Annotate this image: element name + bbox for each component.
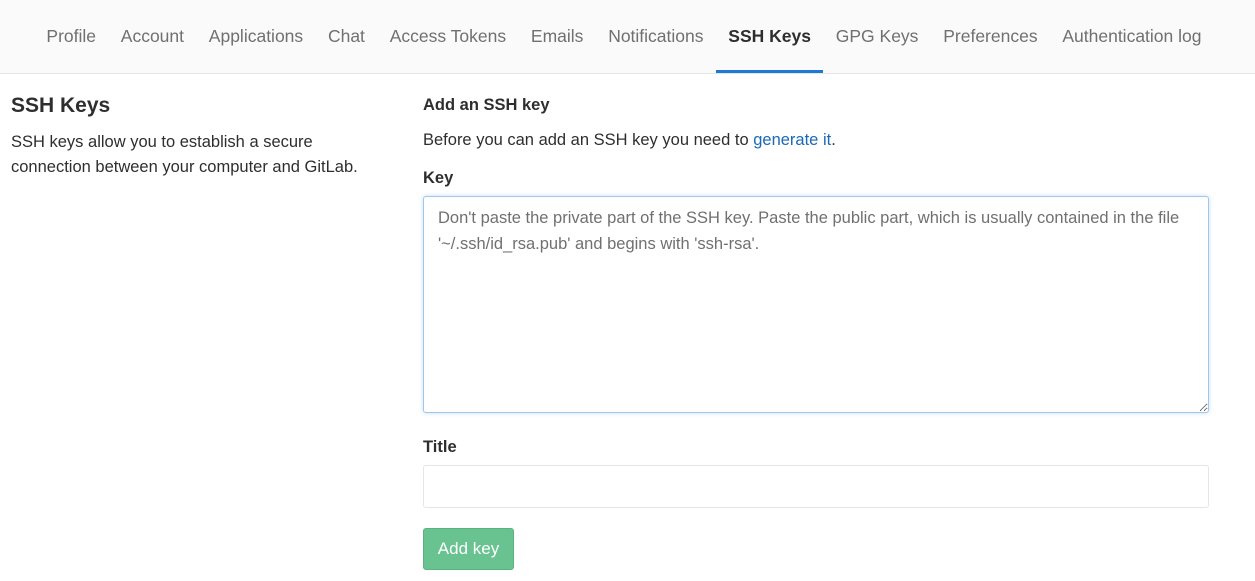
add-key-button[interactable]: Add key (423, 528, 514, 570)
tab-emails[interactable]: Emails (519, 0, 596, 73)
page-title: SSH Keys (11, 94, 111, 117)
tab-chat[interactable]: Chat (316, 0, 378, 73)
key-label: Key (423, 169, 454, 187)
settings-nav: Profile Account Applications Chat Access… (0, 0, 1255, 74)
form-intro-end: . (831, 131, 836, 149)
form-intro-text: Before you can add an SSH key you need t… (423, 131, 754, 149)
tab-account[interactable]: Account (108, 0, 196, 73)
form-heading: Add an SSH key (423, 96, 550, 114)
section-description: SSH keys allow you to establish a secure… (11, 133, 358, 176)
tab-access-tokens[interactable]: Access Tokens (377, 0, 518, 73)
tab-ssh-keys[interactable]: SSH Keys (715, 0, 824, 73)
key-textarea[interactable] (423, 196, 1209, 413)
tab-authentication-log[interactable]: Authentication log (1050, 0, 1214, 73)
form-intro: Before you can add an SSH key you need t… (423, 128, 1209, 152)
tab-gpg-keys[interactable]: GPG Keys (823, 0, 930, 73)
tab-profile[interactable]: Profile (34, 0, 108, 73)
title-input[interactable] (423, 465, 1209, 508)
tab-notifications[interactable]: Notifications (596, 0, 716, 73)
nav-tabs: Profile Account Applications Chat Access… (34, 0, 1214, 73)
generate-it-link[interactable]: generate it (753, 131, 831, 149)
tab-preferences[interactable]: Preferences (931, 0, 1050, 73)
add-ssh-key-form: Add an SSH key Before you can add an SSH… (423, 93, 1209, 570)
tab-applications[interactable]: Applications (196, 0, 315, 73)
settings-sidebar: SSH Keys SSH keys allow you to establish… (11, 92, 391, 180)
title-label: Title (423, 438, 457, 456)
